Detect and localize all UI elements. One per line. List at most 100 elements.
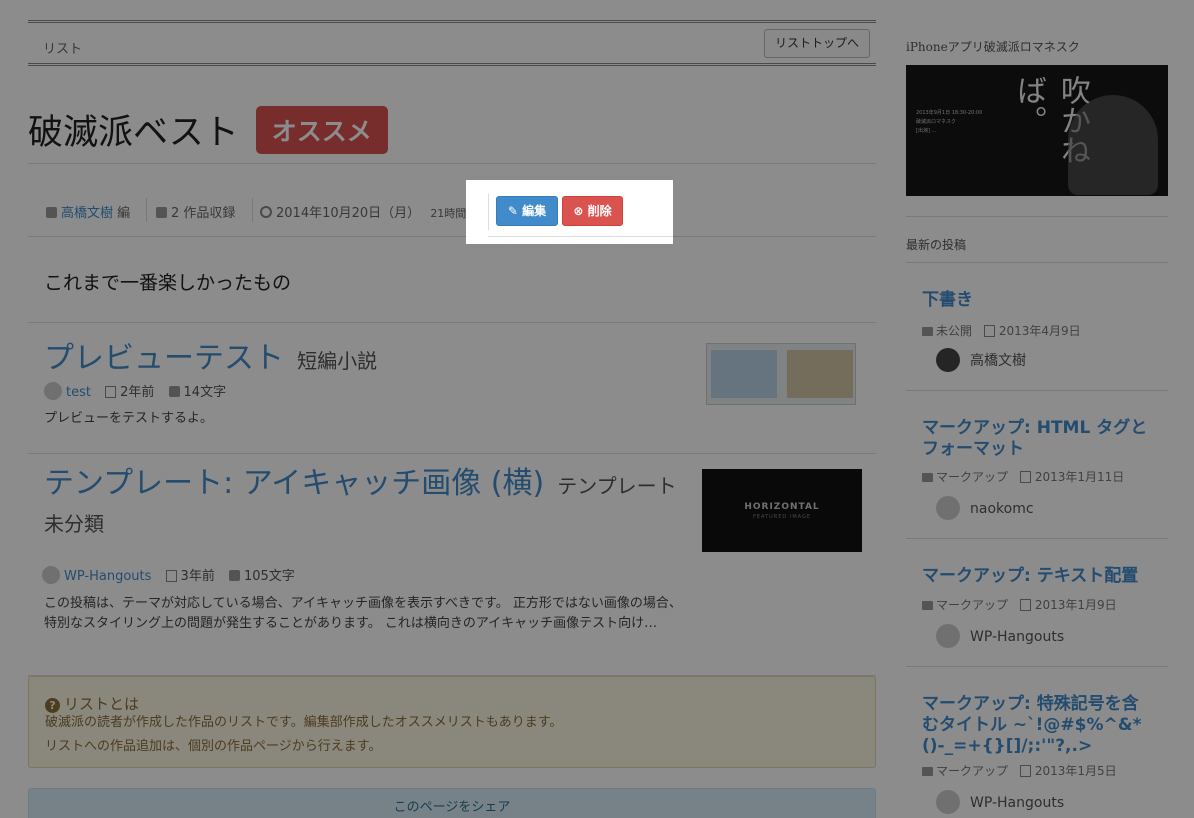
work-title-link[interactable]: プレビューテスト <box>44 341 284 376</box>
divider <box>906 216 1168 217</box>
recent-post-meta: マークアップ 2013年1月5日 <box>922 762 1117 779</box>
edit-controls-spotlight: ✎ 編集 ⊗ 削除 <box>466 180 673 244</box>
avatar <box>936 496 960 520</box>
divider <box>146 198 147 222</box>
work-meta: WP-Hangouts 3年前 105文字 <box>42 565 295 584</box>
date-text: 2014年10月20日（月） <box>276 206 421 221</box>
recent-post-author: 高橋文樹 <box>936 348 1026 372</box>
user-icon <box>46 207 57 218</box>
work-meta: test 2年前 14文字 <box>44 381 226 400</box>
work-age: 3年前 <box>180 569 215 584</box>
calendar-icon <box>105 386 117 398</box>
recent-posts-heading: 最新の投稿 <box>906 238 967 252</box>
recent-post-author: WP-Hangouts <box>936 790 1064 814</box>
clock-icon <box>260 206 272 218</box>
divider <box>252 198 253 222</box>
thumbnail-title: HORIZONTAL <box>744 502 820 512</box>
list-meta-row: 高橋文樹 編 2 作品収録 2014年10月20日（月） 21時間前 <box>28 163 876 237</box>
avatar <box>936 790 960 814</box>
work-excerpt: プレビューをテストするよ。 <box>44 411 214 426</box>
length-icon <box>168 386 180 397</box>
author-name[interactable]: WP-Hangouts <box>970 629 1064 645</box>
work-length: 105文字 <box>243 569 295 584</box>
work-author-link[interactable]: test <box>66 385 91 400</box>
work-title-link[interactable]: テンプレート: アイキャッチ画像 (横) <box>44 466 544 501</box>
avatar <box>42 566 60 584</box>
list-author: 高橋文樹 編 <box>46 202 130 221</box>
edit-button-label: 編集 <box>522 204 547 218</box>
list-item: プレビューテスト 短編小説 test 2年前 14文字 プレビューをテストするよ… <box>28 323 876 454</box>
edit-button[interactable]: ✎ 編集 <box>496 196 558 226</box>
thumbnail-map-image <box>711 350 777 398</box>
list-description: これまで一番楽しかったもの <box>44 272 292 294</box>
works-count-text: 2 作品収録 <box>171 206 236 221</box>
calendar-icon <box>165 570 177 582</box>
avatar <box>936 348 960 372</box>
post-category[interactable]: マークアップ <box>936 470 1008 484</box>
post-date: 2013年1月9日 <box>1034 598 1117 612</box>
list-info-box: ? リストとは 破滅派の読者が作成した作品のリストです。編集部作成したオススメリス… <box>28 676 876 768</box>
list-title-row: 破滅派ベスト オススメ <box>28 104 388 154</box>
post-category[interactable]: マークアップ <box>936 764 1008 778</box>
author-name[interactable]: WP-Hangouts <box>970 795 1064 811</box>
length-icon <box>228 570 240 581</box>
app-banner[interactable]: 2013年9月1日 18:30-20:00 破滅派ロマネスク [出演] ... 吹か… <box>906 65 1168 196</box>
calendar-icon <box>1019 765 1031 777</box>
page-title: 破滅派ベスト <box>28 113 239 153</box>
delete-button[interactable]: ⊗ 削除 <box>562 196 623 226</box>
avatar <box>936 624 960 648</box>
work-length: 14文字 <box>183 385 227 400</box>
folder-icon <box>922 767 933 776</box>
app-title: iPhoneアプリ破滅派ロマネスク <box>906 40 1080 54</box>
recent-post-author: WP-Hangouts <box>936 624 1064 648</box>
calendar-icon <box>1019 471 1031 483</box>
calendar-icon <box>1019 599 1031 611</box>
author-suffix: 編 <box>117 206 131 221</box>
divider <box>906 666 1168 667</box>
post-category[interactable]: マークアップ <box>936 598 1008 612</box>
avatar <box>44 382 62 400</box>
banner-photo <box>1068 95 1158 195</box>
thumbnail-photo-image <box>787 350 853 398</box>
post-date: 2013年1月11日 <box>1034 470 1125 484</box>
books-icon <box>156 207 167 218</box>
work-age: 2年前 <box>120 385 155 400</box>
divider <box>906 262 1168 263</box>
recent-post-title[interactable]: マークアップ: 特殊記号を含むタイトル ~`!@#$%^&*()-_=+{}[]… <box>922 694 1152 757</box>
post-category[interactable]: 未公開 <box>936 324 972 338</box>
calendar-icon <box>983 325 995 337</box>
author-link[interactable]: 高橋文樹 <box>61 206 113 221</box>
banner-small-text: 2013年9月1日 18:30-20:00 破滅派ロマネスク [出演] ... <box>916 110 983 134</box>
list-date: 2014年10月20日（月） 21時間前 <box>260 202 477 221</box>
list-item: テンプレート: アイキャッチ画像 (横) テンプレート 未分類 WP-Hango… <box>28 454 876 677</box>
work-genre: 短編小説 <box>297 349 378 373</box>
recent-post-author: naokomc <box>936 496 1034 520</box>
recent-post-meta: 未公開 2013年4月9日 <box>922 322 1081 339</box>
thumbnail-subtitle: FEATURED IMAGE <box>752 514 811 520</box>
works-count: 2 作品収録 <box>156 202 235 221</box>
recent-post-meta: マークアップ 2013年1月11日 <box>922 468 1124 485</box>
recent-post-title[interactable]: マークアップ: HTML タグとフォーマット <box>922 418 1152 460</box>
folder-icon <box>922 473 933 482</box>
author-name[interactable]: naokomc <box>970 501 1034 517</box>
folder-icon <box>922 327 933 336</box>
edit-icon: ✎ <box>507 204 518 218</box>
folder-icon <box>922 601 933 610</box>
work-thumbnail[interactable] <box>706 343 856 405</box>
list-top-button[interactable]: リストトップへ <box>763 29 870 58</box>
divider <box>488 194 489 230</box>
post-date: 2013年1月5日 <box>1034 764 1117 778</box>
list-topbar: リスト リストトップへ <box>28 20 876 66</box>
info-line-1: 破滅派の読者が作成した作品のリストです。編集部作成したオススメリストもあります。 <box>45 715 563 730</box>
divider <box>906 538 1168 539</box>
share-button[interactable]: このページをシェア <box>28 788 876 818</box>
work-author-link[interactable]: WP-Hangouts <box>64 569 151 584</box>
recent-post-title[interactable]: マークアップ: テキスト配置 <box>922 566 1152 587</box>
recommended-badge: オススメ <box>255 105 388 154</box>
author-name[interactable]: 高橋文樹 <box>970 353 1026 369</box>
recent-post-meta: マークアップ 2013年1月9日 <box>922 596 1117 613</box>
recent-post-title[interactable]: 下書き <box>922 290 1152 311</box>
work-thumbnail[interactable]: HORIZONTAL FEATURED IMAGE <box>702 469 862 552</box>
delete-button-label: 削除 <box>587 204 612 218</box>
close-circle-icon: ⊗ <box>573 204 584 218</box>
